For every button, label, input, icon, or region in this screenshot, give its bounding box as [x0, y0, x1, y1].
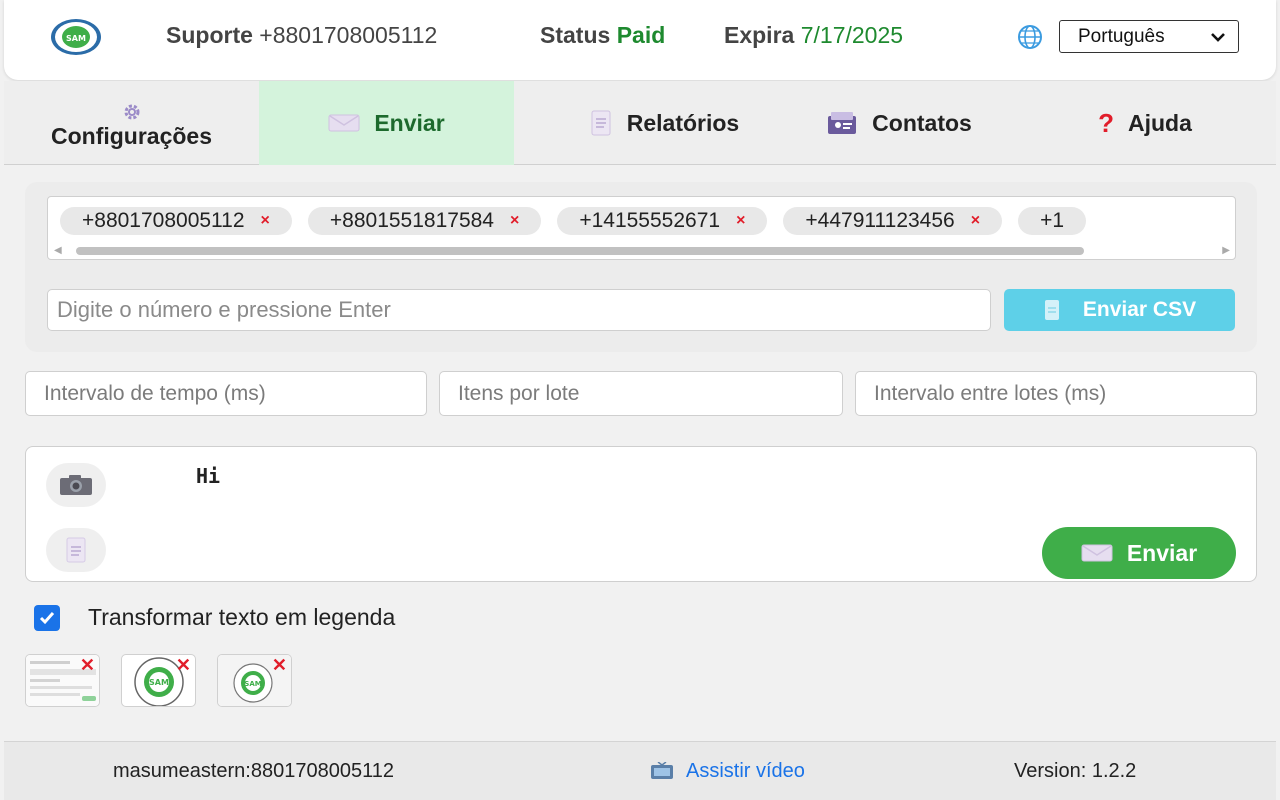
tab-send[interactable]: Enviar: [259, 81, 514, 165]
attach-document-button[interactable]: [46, 528, 106, 572]
support-label: Suporte: [166, 22, 253, 48]
send-message-label: Enviar: [1126, 539, 1198, 566]
number-chip: +8801551817584 ×: [307, 207, 542, 235]
time-interval-input[interactable]: [25, 371, 427, 416]
envelope-icon: [1081, 543, 1113, 563]
watch-video-link[interactable]: Assistir vídeo: [650, 760, 805, 783]
tab-help[interactable]: ? Ajuda: [1014, 81, 1276, 165]
status-info: Status Paid: [540, 22, 665, 49]
message-text[interactable]: Hi: [196, 464, 220, 488]
tab-help-label: Ajuda: [1128, 109, 1192, 136]
expiry-label: Expira: [724, 22, 795, 48]
sam-logo: SAM: [51, 19, 101, 55]
language-value: Português: [1078, 25, 1165, 47]
number-chip: +8801708005112 ×: [60, 207, 292, 235]
send-csv-button[interactable]: Enviar CSV: [1004, 289, 1235, 331]
status-label: Status: [540, 22, 611, 48]
scrollbar-thumb[interactable]: [76, 247, 1084, 255]
caption-checkbox[interactable]: [34, 605, 60, 631]
account-info: masumeastern:8801708005112: [113, 760, 394, 782]
tab-send-label: Enviar: [374, 109, 445, 136]
number-chip: +447911123456 ×: [783, 207, 1003, 235]
horizontal-scrollbar[interactable]: ◀ ▶: [52, 245, 1232, 257]
scroll-left-icon[interactable]: ◀: [54, 245, 62, 256]
tab-reports[interactable]: Relatórios: [514, 81, 814, 165]
tab-settings[interactable]: Configurações: [4, 81, 259, 165]
document-icon: [589, 110, 613, 136]
chip-number: +8801708005112: [82, 209, 245, 232]
support-number: +8801708005112: [259, 22, 438, 48]
remove-chip-icon[interactable]: ×: [736, 212, 745, 230]
phone-number-input[interactable]: [47, 289, 991, 331]
tv-icon: [650, 761, 674, 782]
tab-bar: Configurações Enviar Relatórios Contatos…: [4, 81, 1276, 165]
remove-attachment-icon[interactable]: ✕: [272, 655, 287, 676]
globe-icon: [1018, 25, 1042, 49]
checkmark-icon: [39, 612, 55, 625]
file-icon: [1043, 299, 1061, 321]
tab-settings-label: Configurações: [50, 123, 213, 149]
attach-image-button[interactable]: [46, 463, 106, 507]
scroll-right-icon[interactable]: ▶: [1222, 245, 1230, 256]
tab-contacts[interactable]: Contatos: [784, 81, 1014, 165]
version-label: Version: 1.2.2: [1014, 760, 1137, 782]
chip-number: +14155552671: [579, 209, 721, 232]
tab-reports-label: Relatórios: [626, 109, 740, 136]
chip-number: +8801551817584: [329, 209, 494, 232]
number-chips-box: +8801708005112 × +8801551817584 × +14155…: [47, 196, 1236, 260]
chip-number: +1: [1040, 209, 1065, 232]
envelope-icon: [328, 113, 360, 133]
gear-icon: [124, 104, 139, 120]
batch-interval-input[interactable]: [855, 371, 1257, 416]
chevron-down-icon: [1198, 32, 1238, 42]
send-csv-label: Enviar CSV: [1082, 298, 1197, 321]
tab-contacts-label: Contatos: [872, 109, 972, 136]
number-chip: +1: [1018, 207, 1087, 235]
support-info: Suporte +8801708005112: [166, 22, 437, 49]
number-chip: +14155552671 ×: [557, 207, 768, 235]
document-icon: [66, 537, 86, 563]
attachment-thumbnail: SAM ✕: [217, 654, 292, 707]
caption-checkbox-label[interactable]: Transformar texto em legenda: [88, 604, 395, 631]
expiry-value: 7/17/2025: [800, 22, 904, 48]
chip-number: +447911123456: [805, 209, 955, 232]
attachment-thumbnail: SAM ✕: [121, 654, 196, 707]
items-per-batch-input[interactable]: [439, 371, 843, 416]
expiry-info: Expira 7/17/2025: [724, 22, 903, 49]
send-message-button[interactable]: Enviar: [1042, 527, 1236, 579]
svg-text:SAM: SAM: [244, 680, 261, 688]
number-chips: +8801708005112 × +8801551817584 × +14155…: [60, 207, 1087, 235]
language-select[interactable]: Português: [1059, 20, 1239, 53]
remove-chip-icon[interactable]: ×: [971, 212, 980, 230]
remove-chip-icon[interactable]: ×: [510, 212, 519, 230]
attachment-thumbnail: ✕: [25, 654, 100, 707]
svg-text:SAM: SAM: [149, 678, 169, 687]
svg-text:SAM: SAM: [66, 34, 86, 43]
remove-attachment-icon[interactable]: ✕: [176, 655, 191, 676]
remove-chip-icon[interactable]: ×: [261, 212, 270, 230]
status-value: Paid: [616, 22, 666, 48]
camera-icon: [60, 475, 92, 495]
watch-video-label: Assistir vídeo: [686, 760, 805, 782]
contacts-icon: [826, 110, 858, 136]
question-icon: ?: [1098, 107, 1114, 138]
remove-attachment-icon[interactable]: ✕: [80, 655, 95, 676]
header-bar: SAM Suporte +8801708005112 Status Paid E…: [4, 0, 1276, 80]
